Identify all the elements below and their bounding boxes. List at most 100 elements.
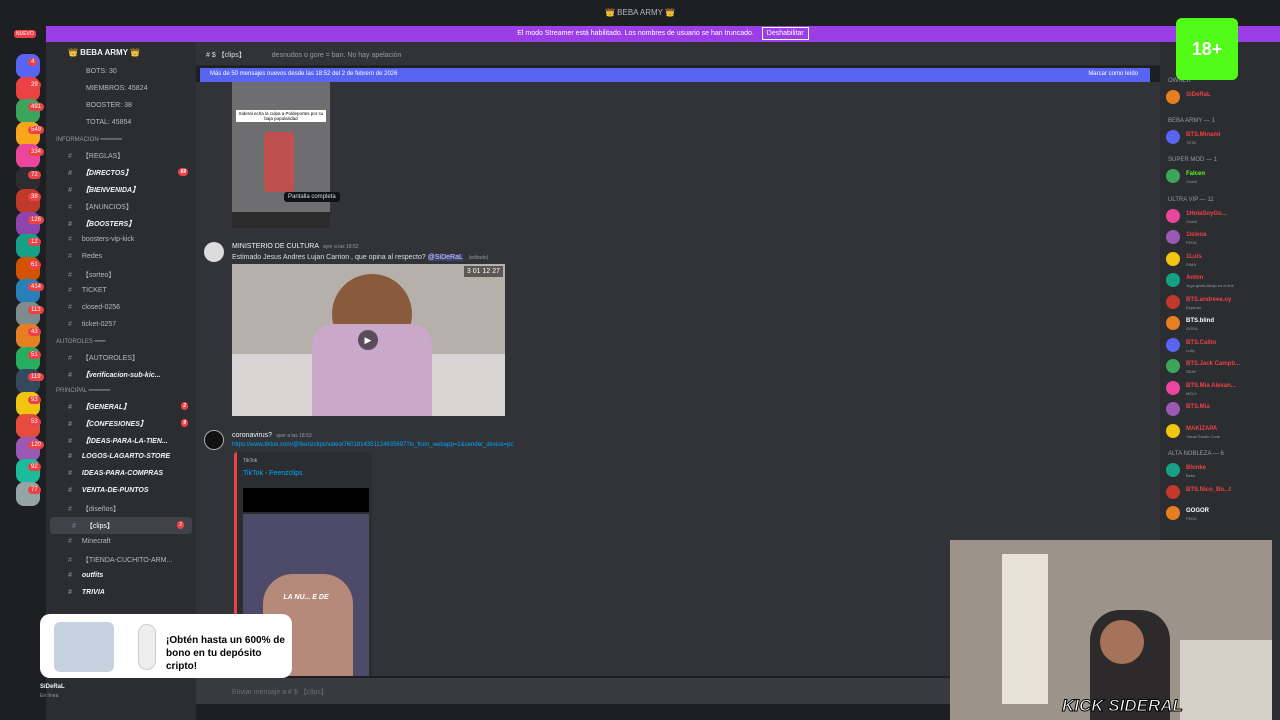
channel-topic[interactable]: desnudos o gore = ban. No hay apelación <box>272 52 402 59</box>
server-icon[interactable]: 29 <box>16 76 41 101</box>
play-icon[interactable]: ▶ <box>358 330 378 350</box>
member-item[interactable]: 1HolaSoyGo... GAAA <box>1166 207 1280 225</box>
channel-item[interactable]: # IDEAS-PARA-COMPRAS <box>46 466 196 483</box>
channel-item[interactable]: # 【clips】 2 <box>50 517 192 534</box>
member-status: Juga gratis Abajo en el link <box>1186 283 1234 288</box>
channel-item[interactable]: # 【REGLAS】 <box>46 147 196 164</box>
mention[interactable]: @SiDeRaL <box>427 254 463 261</box>
member-item[interactable]: Anton Juga gratis Abajo en el link <box>1166 271 1280 289</box>
member-status: GODA <box>1186 326 1198 331</box>
channel-item[interactable]: # 【BOOSTERS】 <box>46 215 196 232</box>
channel-item[interactable]: # 【GENERAL】 2 <box>46 398 196 415</box>
channel-item[interactable]: # TRIVIA <box>46 585 196 602</box>
avatar[interactable] <box>204 242 224 262</box>
server-icon[interactable]: 61 <box>16 256 41 281</box>
member-item[interactable]: BTS.Calito Luffy <box>1166 336 1280 354</box>
category-info[interactable]: INFORMACION ━━━━━━ <box>46 132 196 147</box>
channel-item[interactable]: # closed-0256 <box>46 300 196 317</box>
avatar <box>1166 337 1180 352</box>
hash-icon: # <box>68 470 72 477</box>
member-item[interactable]: BTS.Mia Alexan... MOLY <box>1166 379 1280 397</box>
server-icon[interactable]: 119 <box>16 369 44 393</box>
crypto-ad-banner[interactable]: ¡Obtén hasta un 600% de bono en tu depós… <box>40 614 292 678</box>
server-stat[interactable]: TOTAL: 45854 <box>46 115 196 132</box>
server-stat[interactable]: BOTS: 30 <box>46 64 196 81</box>
server-icon[interactable]: 491 <box>16 99 45 123</box>
server-icon[interactable]: 77 <box>16 481 41 506</box>
channel-item[interactable]: # 【BIENVENIDA】 <box>46 181 196 198</box>
video-embed-1[interactable]: 3 01 12 27 ▶ <box>232 264 505 416</box>
server-icon[interactable]: 72 <box>16 166 41 191</box>
channel-item[interactable]: # 【TIENDA-CUCHITO-ARM... <box>46 551 196 568</box>
hash-icon: # <box>68 421 72 428</box>
message-text-1: Estimado Jesus Andres Lujan Carrion , qu… <box>232 254 489 261</box>
server-name[interactable]: 👑 BEBA ARMY 👑 <box>46 42 196 64</box>
server-icon[interactable]: 53 <box>16 414 41 438</box>
message-author-1[interactable]: MINISTERIO DE CULTURA ayer a las 18:52 <box>232 243 359 250</box>
avatar[interactable] <box>204 430 224 450</box>
server-stat[interactable]: BOOSTER: 38 <box>46 98 196 115</box>
channel-label: boosters-vip-kick <box>81 236 135 243</box>
member-item[interactable]: BTS.Nico_Bo...t <box>1166 483 1280 501</box>
category-autoroles[interactable]: AUTOROLES ━━━ <box>46 334 196 349</box>
server-icon[interactable]: 120 <box>16 436 45 461</box>
channel-item[interactable]: # 【verificacion-sub-kic... <box>46 366 196 383</box>
member-item[interactable]: MAKIZAPA Visual Studio Code <box>1166 422 1280 440</box>
server-badge: 72 <box>28 170 41 179</box>
server-stat[interactable]: MIEMBROS: 45824 <box>46 81 196 98</box>
member-item[interactable]: BTS.blind GODA <box>1166 314 1280 332</box>
video-controls[interactable] <box>232 212 330 228</box>
member-item[interactable]: BTS.Jack Campb... SEAF <box>1166 357 1280 375</box>
channel-item[interactable]: # VENTA-DE-PUNTOS <box>46 483 196 500</box>
member-item[interactable]: Blonke Bebs <box>1166 461 1280 479</box>
member-item[interactable]: BTS.Minami TETA <box>1166 128 1280 146</box>
server-icon[interactable]: 51 <box>16 346 41 371</box>
channel-item[interactable]: # 【ANUNCIOS】 <box>46 198 196 215</box>
channel-item[interactable]: # boosters-vip-kick <box>46 232 196 249</box>
server-icon[interactable]: 12 <box>16 234 41 258</box>
channel-item[interactable]: # 【CONFESIONES】 9 <box>46 415 196 432</box>
channel-item[interactable]: # LOGOS-LAGARTO-STORE <box>46 449 196 466</box>
server-icon[interactable]: 92 <box>16 459 41 483</box>
couch-image <box>1180 640 1272 720</box>
member-item[interactable]: 1Luis RIMA <box>1166 250 1280 268</box>
member-item[interactable]: Falcen GAAA <box>1166 167 1280 185</box>
server-icon[interactable]: 126 <box>16 211 45 236</box>
avatar <box>1166 169 1180 183</box>
server-icon[interactable]: 113 <box>16 301 44 326</box>
channel-item[interactable]: # 【DIRECTOS】 69 <box>46 164 196 181</box>
fullscreen-tooltip: Pantalla completa <box>284 192 340 202</box>
member-item[interactable]: 1Isleoa FEKA <box>1166 228 1280 246</box>
channel-item[interactable]: # 【IDEAS-PARA-LA-TIEN... <box>46 432 196 449</box>
channel-item[interactable]: # Redes <box>46 249 196 266</box>
channel-item[interactable]: # 【sorteo】 <box>46 266 196 283</box>
member-item[interactable]: BTS.Mia <box>1166 400 1280 418</box>
member-item[interactable]: GOGOR FEKA <box>1166 504 1280 522</box>
channel-item[interactable]: # ticket-0257 <box>46 317 196 334</box>
channel-item[interactable]: # outfits <box>46 568 196 585</box>
category-principal[interactable]: PRINCIPAL ━━━━━━ <box>46 383 196 398</box>
channel-label: TICKET <box>81 287 107 294</box>
server-icon[interactable]: 4 <box>16 54 40 78</box>
channel-item[interactable]: # Minecraft <box>46 534 196 551</box>
channel-item[interactable]: # 【diseños】 <box>46 500 196 517</box>
server-icon[interactable]: 93 <box>16 391 41 416</box>
message-author-2[interactable]: coronavirus? ayer a las 18:53 <box>232 432 312 439</box>
server-icon[interactable]: 334 <box>16 144 45 168</box>
first-video[interactable]: Sideral echa la culpa a Poldeportes por … <box>232 82 330 228</box>
server-icon[interactable]: 38 <box>16 189 41 213</box>
server-icon[interactable]: 414 <box>16 279 45 303</box>
webcam-overlay <box>950 540 1272 720</box>
member-item[interactable]: SiDeRaL <box>1166 88 1280 106</box>
embed-title[interactable]: TikTok - Feenzclips <box>243 470 303 477</box>
mark-as-read-button[interactable]: Marcar como leído <box>1088 71 1138 77</box>
channel-item[interactable]: # 【AUTOROLES】 <box>46 349 196 366</box>
tiktok-link[interactable]: https://www.tiktok.com/@feenzclips/video… <box>232 442 514 448</box>
server-icon[interactable]: 549 <box>16 121 45 146</box>
server-icon[interactable]: 43 <box>16 324 41 348</box>
channel-item[interactable]: # TICKET <box>46 283 196 300</box>
disable-streamer-mode-button[interactable]: Deshabilitar <box>761 27 809 40</box>
member-item[interactable]: BTS.andreee.oy Esperan <box>1166 293 1280 311</box>
new-messages-bar[interactable]: Más de 50 mensajes nuevos desde las 18:5… <box>200 68 1150 82</box>
username[interactable]: SiDeRaL <box>40 684 65 690</box>
